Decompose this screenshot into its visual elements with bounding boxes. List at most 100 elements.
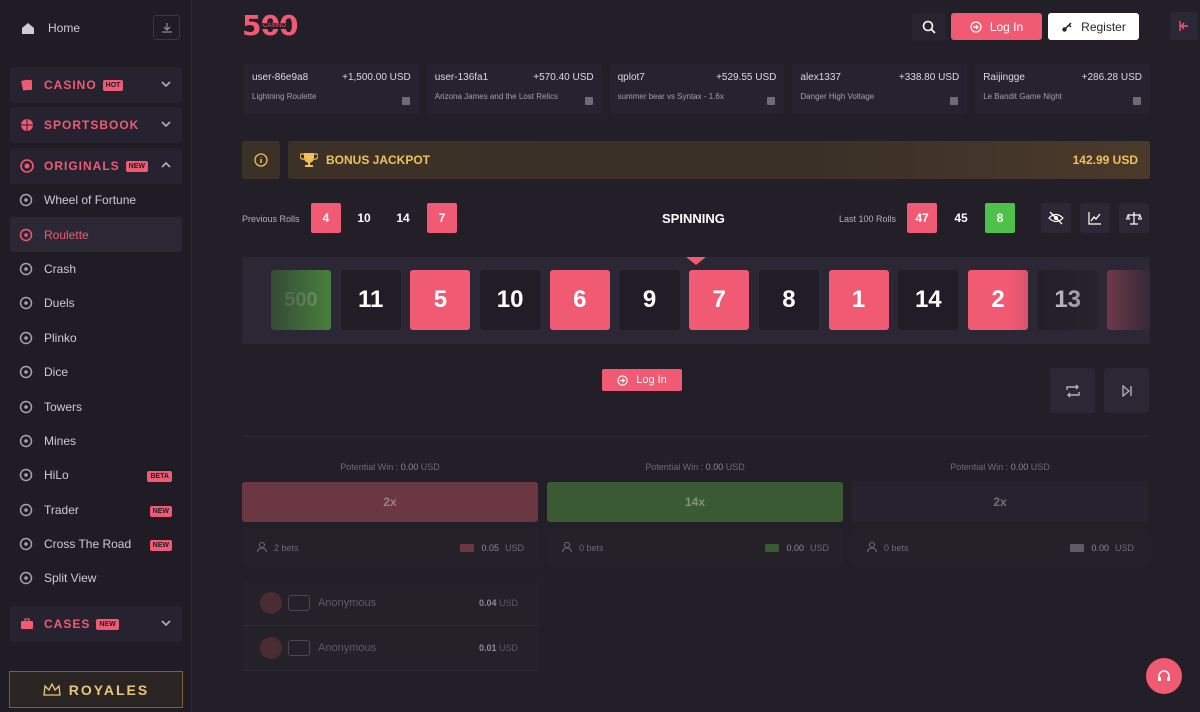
scales-icon bbox=[1126, 212, 1142, 225]
sidebar-item-trader[interactable]: Trader NEW bbox=[10, 493, 182, 527]
bet-blk-button[interactable]: 2x bbox=[852, 482, 1148, 522]
potential-win-unit: USD bbox=[420, 462, 440, 472]
reel-tile: 1 bbox=[828, 270, 889, 330]
player-amount-value: 0.01 bbox=[478, 643, 497, 653]
feed-item[interactable]: user-136fa1 +570.40 USD Arizona James and … bbox=[426, 64, 602, 114]
bet-total-value: 0.05 bbox=[481, 543, 499, 553]
hide-button[interactable] bbox=[1041, 203, 1071, 233]
player-amount-unit: USD bbox=[498, 643, 518, 653]
home-label: Home bbox=[48, 21, 81, 35]
wheel-icon bbox=[18, 192, 34, 208]
cases-label: CASES bbox=[44, 617, 91, 631]
rolls-row: Previous Rolls SPINNING Last 100 Rolls 4… bbox=[242, 203, 1150, 233]
login-to-bet-button[interactable]: Log In bbox=[602, 369, 682, 391]
hidden-profile-icon bbox=[288, 595, 310, 611]
bet-stats: 2 bets 0.05 USD bbox=[242, 528, 538, 564]
game-icon bbox=[1132, 93, 1142, 105]
duels-icon bbox=[18, 295, 34, 311]
crown-icon bbox=[43, 682, 61, 696]
stats-button[interactable] bbox=[1080, 203, 1110, 233]
register-button[interactable]: Register bbox=[1048, 13, 1139, 40]
feed-item[interactable]: Raijingge +286.28 USD Le Bandit Game Night bbox=[975, 64, 1150, 114]
sidebar-item-split-view[interactable]: Split View bbox=[10, 561, 182, 595]
sidebar-item-wheel-of-fortune[interactable]: Wheel of Fortune bbox=[10, 183, 182, 217]
jackpot-value: 142.99 USD bbox=[1072, 153, 1138, 167]
bets-text: 2 bets bbox=[274, 543, 299, 553]
bet-count: 0 bets bbox=[561, 541, 604, 555]
candles-icon bbox=[18, 502, 34, 518]
divider bbox=[242, 436, 1150, 437]
repeat-bet-button[interactable] bbox=[1050, 368, 1095, 413]
skip-button[interactable] bbox=[1104, 368, 1149, 413]
users-icon bbox=[866, 541, 878, 555]
royales-button[interactable]: ROYALES bbox=[9, 671, 183, 708]
feed-item[interactable]: qplot7 +529.55 USD summer bear vs Syntax -… bbox=[609, 64, 785, 114]
sportsbook-label: SPORTSBOOK bbox=[44, 118, 140, 132]
last100-label: Last 100 Rolls bbox=[839, 214, 897, 224]
sidebar-section-sportsbook[interactable]: SPORTSBOOK bbox=[10, 107, 182, 143]
sidebar-item-badge: BETA bbox=[147, 471, 172, 483]
sidebar-item-towers[interactable]: Towers bbox=[10, 389, 182, 423]
avatar bbox=[260, 592, 282, 614]
sidebar-section-cases[interactable]: CASES NEW bbox=[10, 606, 182, 642]
royales-label: ROYALES bbox=[68, 681, 150, 698]
reel-tile: 5 bbox=[410, 270, 471, 330]
logo-sub: CASINO bbox=[262, 23, 288, 29]
feed-game: summer bear vs Syntax - 1.6x bbox=[617, 92, 724, 101]
login-button[interactable]: Log In bbox=[951, 13, 1042, 40]
logo[interactable]: 500 CASINO bbox=[242, 10, 298, 44]
sidebar-item-hilo[interactable]: HiLo BETA bbox=[10, 458, 182, 492]
originals-list: Wheel of Fortune Roulette Crash Duels Plinko… bbox=[10, 183, 182, 596]
reel-tile: 8 bbox=[758, 270, 819, 330]
player-row: Anonymous 0.04 USD bbox=[242, 581, 538, 626]
feed-game: Lightning Roulette bbox=[252, 92, 317, 101]
bet-total-unit: USD bbox=[1114, 543, 1134, 553]
chart-line-icon bbox=[1088, 212, 1101, 225]
sidebar-item-roulette[interactable]: Roulette bbox=[10, 217, 182, 252]
sidebar-item-crash[interactable]: Crash bbox=[10, 252, 182, 286]
collapse-chat-button[interactable] bbox=[1170, 12, 1198, 40]
repeat-icon bbox=[1065, 384, 1080, 397]
sidebar-section-originals[interactable]: ORIGINALS NEW bbox=[10, 148, 182, 184]
sidebar-item-duels[interactable]: Duels bbox=[10, 286, 182, 320]
sidebar-item-label: Mines bbox=[44, 433, 77, 448]
sidebar-item-dice[interactable]: Dice bbox=[10, 355, 182, 389]
sidebar-item-label: Plinko bbox=[44, 330, 77, 345]
skip-forward-icon bbox=[1121, 384, 1132, 397]
feed-game: Le Bandit Game Night bbox=[983, 92, 1062, 101]
previous-roll: 4 bbox=[311, 203, 341, 233]
jackpot-bar: BONUS JACKPOT 142.99 USD bbox=[288, 141, 1150, 179]
sidebar-item-plinko[interactable]: Plinko bbox=[10, 321, 182, 355]
bet-stats: 0 bets 0.00 USD bbox=[852, 528, 1148, 564]
feed-item[interactable]: alex1337 +338.80 USD Danger High Voltage bbox=[792, 64, 968, 114]
potential-win-value: 0.00 bbox=[1010, 462, 1029, 472]
sidebar-item-cross-the-road[interactable]: Cross The Road NEW bbox=[10, 527, 182, 561]
bet-red-button[interactable]: 2x bbox=[242, 482, 538, 522]
download-button[interactable] bbox=[153, 15, 180, 40]
chevron-down-icon bbox=[161, 620, 171, 627]
sidebar-item-label: Towers bbox=[44, 399, 83, 414]
last100-count: 47 bbox=[907, 203, 937, 233]
jackpot-info-button[interactable] bbox=[242, 141, 280, 179]
avatar bbox=[260, 637, 282, 659]
sidebar-item-mines[interactable]: Mines bbox=[10, 424, 182, 458]
reel-tile: 14 bbox=[898, 270, 959, 330]
fairness-button[interactable] bbox=[1119, 203, 1149, 233]
split-icon bbox=[18, 570, 34, 586]
feed-amount: +570.40 USD bbox=[533, 72, 594, 83]
new-badge: NEW bbox=[96, 618, 119, 630]
potential-win: Potential Win : 0.00 USD bbox=[547, 462, 843, 472]
coins-icon bbox=[1069, 541, 1085, 555]
support-button[interactable] bbox=[1146, 658, 1182, 694]
feed-item[interactable]: user-86e9a8 +1,500.00 USD Lightning Roulet… bbox=[244, 64, 419, 114]
bet-total: 0.00 USD bbox=[1069, 541, 1134, 555]
bet-grn-button[interactable]: 14x bbox=[547, 482, 843, 522]
bet-total: 0.00 USD bbox=[764, 541, 829, 555]
sidebar-section-casino[interactable]: CASINO HOT bbox=[10, 67, 182, 103]
previous-roll: 14 bbox=[396, 211, 410, 225]
reel-tile: 6 bbox=[549, 270, 610, 330]
players-list: Anonymous 0.04 USD Anonymous 0.01 USD bbox=[242, 581, 538, 671]
bet-total-unit: USD bbox=[809, 543, 829, 553]
sidebar-item-badge: NEW bbox=[149, 539, 172, 551]
search-button[interactable] bbox=[912, 13, 946, 41]
